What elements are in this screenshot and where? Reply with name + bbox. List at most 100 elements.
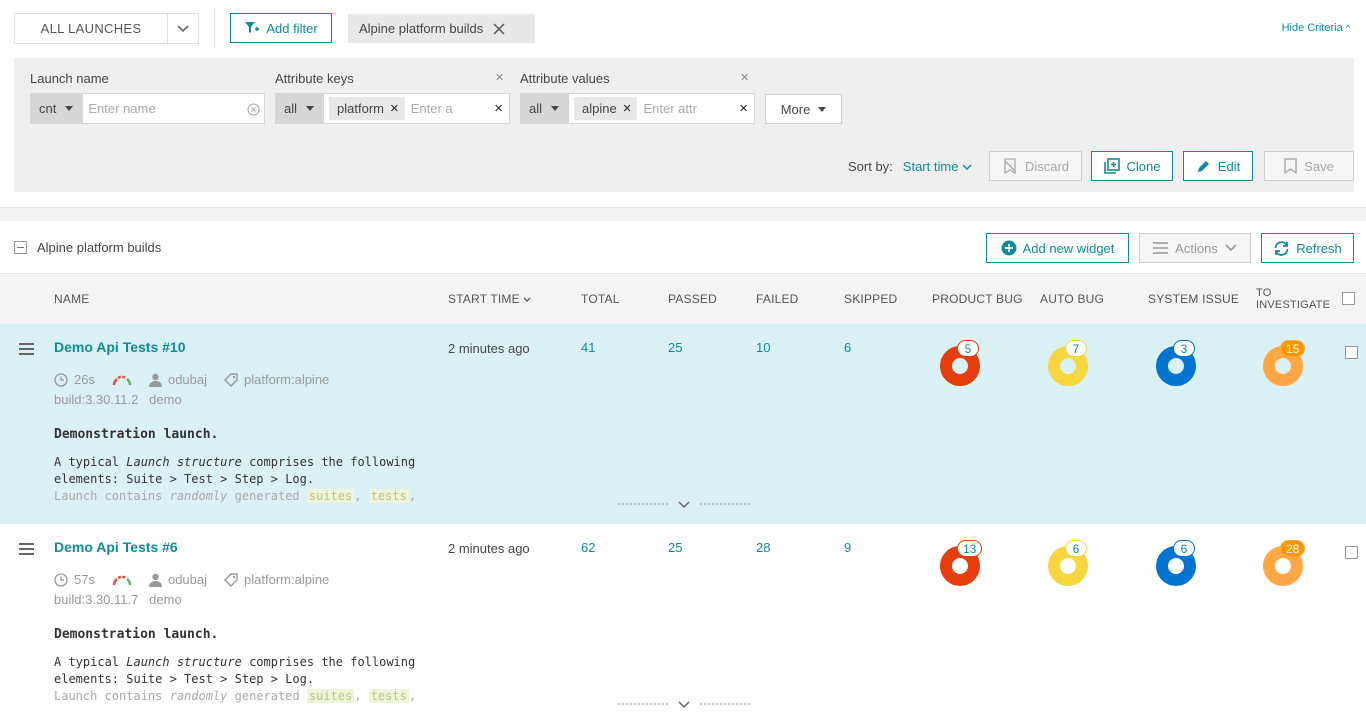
row-checkbox[interactable] [1345, 346, 1358, 359]
launch-meta: 26s odubaj platform:alpine [54, 372, 346, 387]
remove-attribute-keys-icon[interactable]: ✕ [495, 71, 504, 84]
attribute-values-criteria: all alpine × Enter attr × [520, 93, 755, 124]
passed-count[interactable]: 25 [668, 340, 682, 355]
desc-text: Launch contains [54, 489, 170, 503]
save-label: Save [1304, 158, 1334, 174]
chip-label: alpine [582, 101, 617, 116]
row-checkbox[interactable] [1345, 546, 1358, 559]
launch-name-criteria: cnt Enter name [30, 93, 265, 124]
tag-icon [224, 572, 238, 587]
hamburger-icon[interactable] [19, 343, 34, 358]
col-total[interactable]: TOTAL [581, 292, 620, 306]
launch-attributes[interactable]: build:3.30.11.2 demo [54, 392, 182, 407]
chip-label: platform [337, 101, 384, 116]
sort-by-dropdown[interactable]: Start time [903, 159, 972, 174]
desc-text: elements: Suite > Test > Step > Log. [54, 472, 315, 486]
col-auto-bug[interactable]: AUTO BUG [1040, 292, 1104, 306]
col-name[interactable]: NAME [54, 292, 89, 306]
attribute-tag[interactable]: platform:alpine [224, 572, 329, 587]
attribute-value-chip: alpine × [574, 97, 638, 120]
launches-select[interactable]: ALL LAUNCHES [14, 13, 199, 44]
filter-criteria-panel: Launch name Attribute keys ✕ Attribute v… [14, 58, 1354, 192]
attribute-tag[interactable]: platform:alpine [224, 372, 329, 387]
table-header: NAME START TIME TOTAL PASSED FAILED SKIP… [0, 273, 1366, 324]
launch-row[interactable]: Demo Api Tests #6 57s odubaj platform:al… [0, 524, 1366, 724]
divider [214, 8, 215, 48]
col-failed[interactable]: FAILED [756, 292, 799, 306]
desc-faded-line: Launch contains randomly generated suite… [54, 689, 417, 703]
launches-select-label: ALL LAUNCHES [40, 21, 142, 36]
total-count[interactable]: 62 [581, 540, 595, 555]
launch-meta: 57s odubaj platform:alpine [54, 572, 346, 587]
attribute-key-chip: platform × [329, 97, 405, 120]
add-new-widget-button[interactable]: Add new widget [986, 233, 1129, 263]
clear-icon[interactable]: × [739, 101, 748, 116]
desc-tag: suites [306, 689, 355, 703]
remove-attribute-values-icon[interactable]: ✕ [740, 71, 749, 84]
chevron-down-icon[interactable] [167, 14, 198, 43]
col-system-issue[interactable]: SYSTEM ISSUE [1148, 292, 1239, 306]
skipped-count[interactable]: 9 [844, 540, 851, 555]
edit-button[interactable]: Edit [1183, 151, 1253, 181]
owner-name: odubaj [167, 372, 208, 387]
passed-count[interactable]: 25 [668, 540, 682, 555]
more-criteria-button[interactable]: More [765, 94, 842, 124]
launch-row[interactable]: Demo Api Tests #10 26s odubaj platform:a… [0, 324, 1366, 524]
expand-description-icon[interactable] [618, 700, 750, 710]
attribute-keys-condition[interactable]: all [275, 93, 324, 124]
hamburger-icon[interactable] [19, 543, 34, 558]
col-passed[interactable]: PASSED [668, 292, 717, 306]
actions-label: Actions [1175, 240, 1218, 256]
failed-count[interactable]: 10 [756, 340, 770, 355]
attribute-values-condition[interactable]: all [520, 93, 569, 124]
collapse-all-checkbox[interactable] [14, 241, 27, 254]
add-filter-button[interactable]: Add filter [230, 13, 332, 43]
remove-chip-icon[interactable]: × [623, 101, 632, 116]
expand-description-icon[interactable] [618, 500, 750, 510]
active-filter-tab[interactable]: Alpine platform builds [348, 14, 535, 43]
user-icon [148, 373, 162, 387]
hide-criteria-link[interactable]: Hide Criteria ^ [1282, 22, 1350, 34]
desc-text: A typical [54, 455, 127, 469]
col-to-investigate[interactable]: TO INVESTIGATE [1256, 287, 1330, 311]
desc-text: generated [227, 689, 307, 703]
save-button[interactable]: Save [1264, 151, 1354, 181]
attribute-values-input[interactable]: alpine × Enter attr × [568, 93, 755, 124]
discard-button[interactable]: Discard [989, 151, 1082, 181]
clone-button[interactable]: Clone [1091, 151, 1173, 181]
clear-icon[interactable] [247, 103, 260, 116]
desc-tag: suites [306, 489, 355, 503]
clear-icon[interactable]: × [494, 101, 503, 116]
condition-value: all [284, 101, 298, 116]
description-text: A typical Launch structure comprises the… [54, 454, 434, 505]
failed-count[interactable]: 28 [756, 540, 770, 555]
owner[interactable]: odubaj [148, 572, 207, 587]
launch-name-link[interactable]: Demo Api Tests #10 [54, 339, 186, 355]
current-filter-name: Alpine platform builds [37, 240, 162, 255]
desc-text: elements: Suite > Test > Step > Log. [54, 672, 315, 686]
select-all-checkbox[interactable] [1342, 292, 1355, 305]
close-icon[interactable] [493, 22, 505, 35]
launch-name-input[interactable]: Enter name [82, 93, 265, 124]
attribute-values-placeholder: Enter attr [643, 101, 697, 116]
attribute-value: platform:alpine [244, 372, 330, 387]
col-skipped[interactable]: SKIPPED [844, 292, 897, 306]
add-filter-label: Add filter [266, 20, 318, 36]
col-start-time-label: START TIME [448, 292, 520, 306]
to-investigate-count: 15 [1280, 340, 1306, 357]
plus-circle-icon [1001, 240, 1017, 256]
owner[interactable]: odubaj [148, 372, 208, 387]
col-product-bug[interactable]: PRODUCT BUG [932, 292, 1023, 306]
remove-chip-icon[interactable]: × [390, 101, 399, 116]
attribute-keys-input[interactable]: platform × Enter a × [323, 93, 510, 124]
gauge-icon [112, 375, 132, 385]
launch-attributes[interactable]: build:3.30.11.7 demo [54, 592, 182, 607]
launch-name-condition[interactable]: cnt [30, 93, 83, 124]
total-count[interactable]: 41 [581, 340, 595, 355]
actions-dropdown[interactable]: Actions [1139, 233, 1251, 263]
col-start-time[interactable]: START TIME [448, 292, 531, 306]
desc-emphasis: randomly [169, 489, 228, 503]
launch-name-link[interactable]: Demo Api Tests #6 [54, 539, 178, 555]
refresh-button[interactable]: Refresh [1261, 233, 1354, 263]
skipped-count[interactable]: 6 [844, 340, 851, 355]
